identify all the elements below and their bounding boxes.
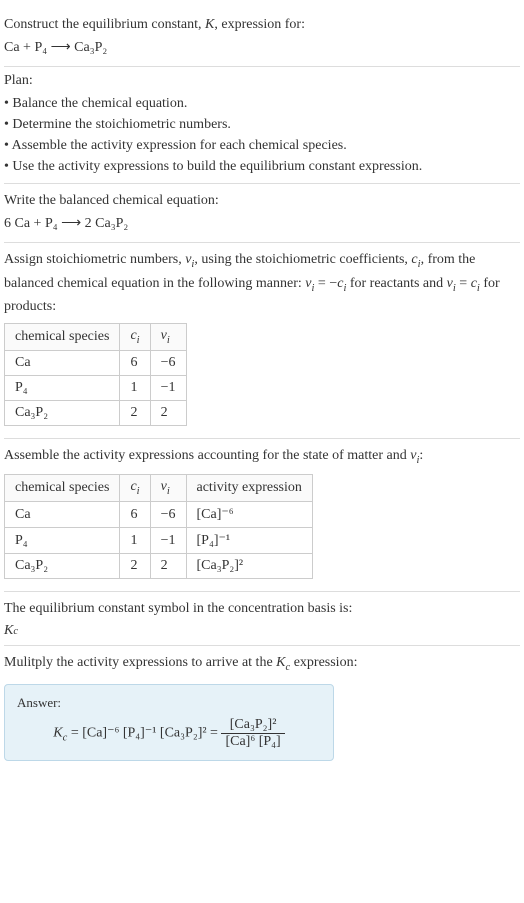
table-row: P₄ 1 −1 [P₄]⁻¹ — [5, 528, 313, 554]
cell-nui: −6 — [150, 502, 186, 528]
header-ci: ci — [120, 475, 150, 502]
cell-species: Ca — [5, 350, 120, 375]
cell-nui: −6 — [150, 350, 186, 375]
activity-section: Assemble the activity expressions accoun… — [4, 439, 520, 592]
assign-text: Assign stoichiometric numbers, νi, using… — [4, 249, 520, 317]
stoichiometric-table: chemical species ci νi Ca 6 −6 P₄ 1 −1 C… — [4, 323, 187, 426]
cell-ci: 1 — [120, 528, 150, 554]
plan-item: • Determine the stoichiometric numbers. — [4, 114, 520, 135]
k-letter: K — [4, 623, 13, 639]
header-species: chemical species — [5, 324, 120, 351]
answer-label: Answer: — [17, 695, 321, 711]
cell-activity: [Ca₃P₂]² — [186, 554, 312, 579]
cell-ci: 2 — [120, 400, 150, 425]
plan-title: Plan: — [4, 73, 520, 89]
cell-species: Ca — [5, 502, 120, 528]
sub-i: i — [167, 335, 170, 346]
cell-activity: [P₄]⁻¹ — [186, 528, 312, 554]
header-species: chemical species — [5, 475, 120, 502]
activity-text-a: Assemble the activity expressions accoun… — [4, 448, 410, 463]
multiply-text-a: Mulitply the activity expressions to arr… — [4, 655, 276, 670]
sub-i: i — [167, 486, 170, 497]
fraction-denominator: [Ca]⁶ [P₄] — [221, 734, 284, 750]
assign-text-a: Assign stoichiometric numbers, — [4, 252, 185, 267]
prompt-suffix: , expression for: — [214, 17, 305, 32]
cell-ci: 6 — [120, 350, 150, 375]
activity-text: Assemble the activity expressions accoun… — [4, 445, 520, 469]
k-letter: K — [276, 655, 285, 670]
kc-symbol-section: The equilibrium constant symbol in the c… — [4, 592, 520, 646]
header-ci: ci — [120, 324, 150, 351]
fraction-numerator: [Ca₃P₂]² — [221, 717, 284, 734]
header-nui: νi — [150, 475, 186, 502]
answer-fraction: [Ca₃P₂]²[Ca]⁶ [P₄] — [221, 717, 284, 750]
assign-text-d: for reactants and — [346, 276, 446, 291]
table-row: Ca 6 −6 — [5, 350, 187, 375]
cell-species: P₄ — [5, 375, 120, 400]
cell-species: Ca₃P₂ — [5, 400, 120, 425]
k-letter: K — [53, 726, 62, 741]
sub-i: i — [137, 335, 140, 346]
plan-section: Plan: • Balance the chemical equation. •… — [4, 67, 520, 184]
k-symbol: K — [205, 17, 214, 32]
answer-expression: Kc = [Ca]⁻⁶ [P₄]⁻¹ [Ca₃P₂]² = [Ca₃P₂]²[C… — [17, 717, 321, 750]
prompt-line: Construct the equilibrium constant, K, e… — [4, 14, 520, 35]
table-row: P₄ 1 −1 — [5, 375, 187, 400]
answer-box: Answer: Kc = [Ca]⁻⁶ [P₄]⁻¹ [Ca₃P₂]² = [C… — [4, 684, 334, 761]
cell-ci: 6 — [120, 502, 150, 528]
kc-text: The equilibrium constant symbol in the c… — [4, 598, 520, 619]
intro-section: Construct the equilibrium constant, K, e… — [4, 8, 520, 67]
cell-activity: [Ca]⁻⁶ — [186, 502, 312, 528]
plan-item: • Assemble the activity expression for e… — [4, 135, 520, 156]
sub-i: i — [137, 486, 140, 497]
plan-item: • Balance the chemical equation. — [4, 93, 520, 114]
cell-species: Ca₃P₂ — [5, 554, 120, 579]
cell-nui: −1 — [150, 528, 186, 554]
rel-eq2: = — [456, 276, 471, 291]
table-row: Ca₃P₂ 2 2 [Ca₃P₂]² — [5, 554, 313, 579]
answer-eq1: = [Ca]⁻⁶ [P₄]⁻¹ [Ca₃P₂]² = — [67, 726, 221, 741]
multiply-text-b: expression: — [290, 655, 357, 670]
assign-section: Assign stoichiometric numbers, νi , using… — [4, 243, 520, 439]
cell-ci: 2 — [120, 554, 150, 579]
table-row: Ca 6 −6 [Ca]⁻⁶ — [5, 502, 313, 528]
cell-nui: 2 — [150, 554, 186, 579]
balanced-equation: 6 Ca + P₄ ⟶ 2 Ca₃P₂ — [4, 215, 520, 232]
c-sub: c — [13, 626, 18, 637]
table-header-row: chemical species ci νi activity expressi… — [5, 475, 313, 502]
assign-text-b: , using the stoichiometric coefficients, — [194, 252, 411, 267]
kc-symbol: Kc — [4, 623, 520, 639]
table-row: Ca₃P₂ 2 2 — [5, 400, 187, 425]
plan-item: • Use the activity expressions to build … — [4, 156, 520, 177]
multiply-text: Mulitply the activity expressions to arr… — [4, 652, 520, 676]
table-header-row: chemical species ci νi — [5, 324, 187, 351]
activity-text-b: : — [419, 448, 423, 463]
header-nui: νi — [150, 324, 186, 351]
cell-nui: −1 — [150, 375, 186, 400]
activity-table: chemical species ci νi activity expressi… — [4, 474, 313, 579]
cell-nui: 2 — [150, 400, 186, 425]
answer-section: Mulitply the activity expressions to arr… — [4, 646, 520, 767]
balanced-section: Write the balanced chemical equation: 6 … — [4, 184, 520, 243]
rel-eq: = − — [314, 276, 337, 291]
header-activity: activity expression — [186, 475, 312, 502]
unbalanced-equation: Ca + P₄ ⟶ Ca₃P₂ — [4, 39, 520, 56]
cell-ci: 1 — [120, 375, 150, 400]
balanced-instruction: Write the balanced chemical equation: — [4, 190, 520, 211]
cell-species: P₄ — [5, 528, 120, 554]
prompt-prefix: Construct the equilibrium constant, — [4, 17, 205, 32]
